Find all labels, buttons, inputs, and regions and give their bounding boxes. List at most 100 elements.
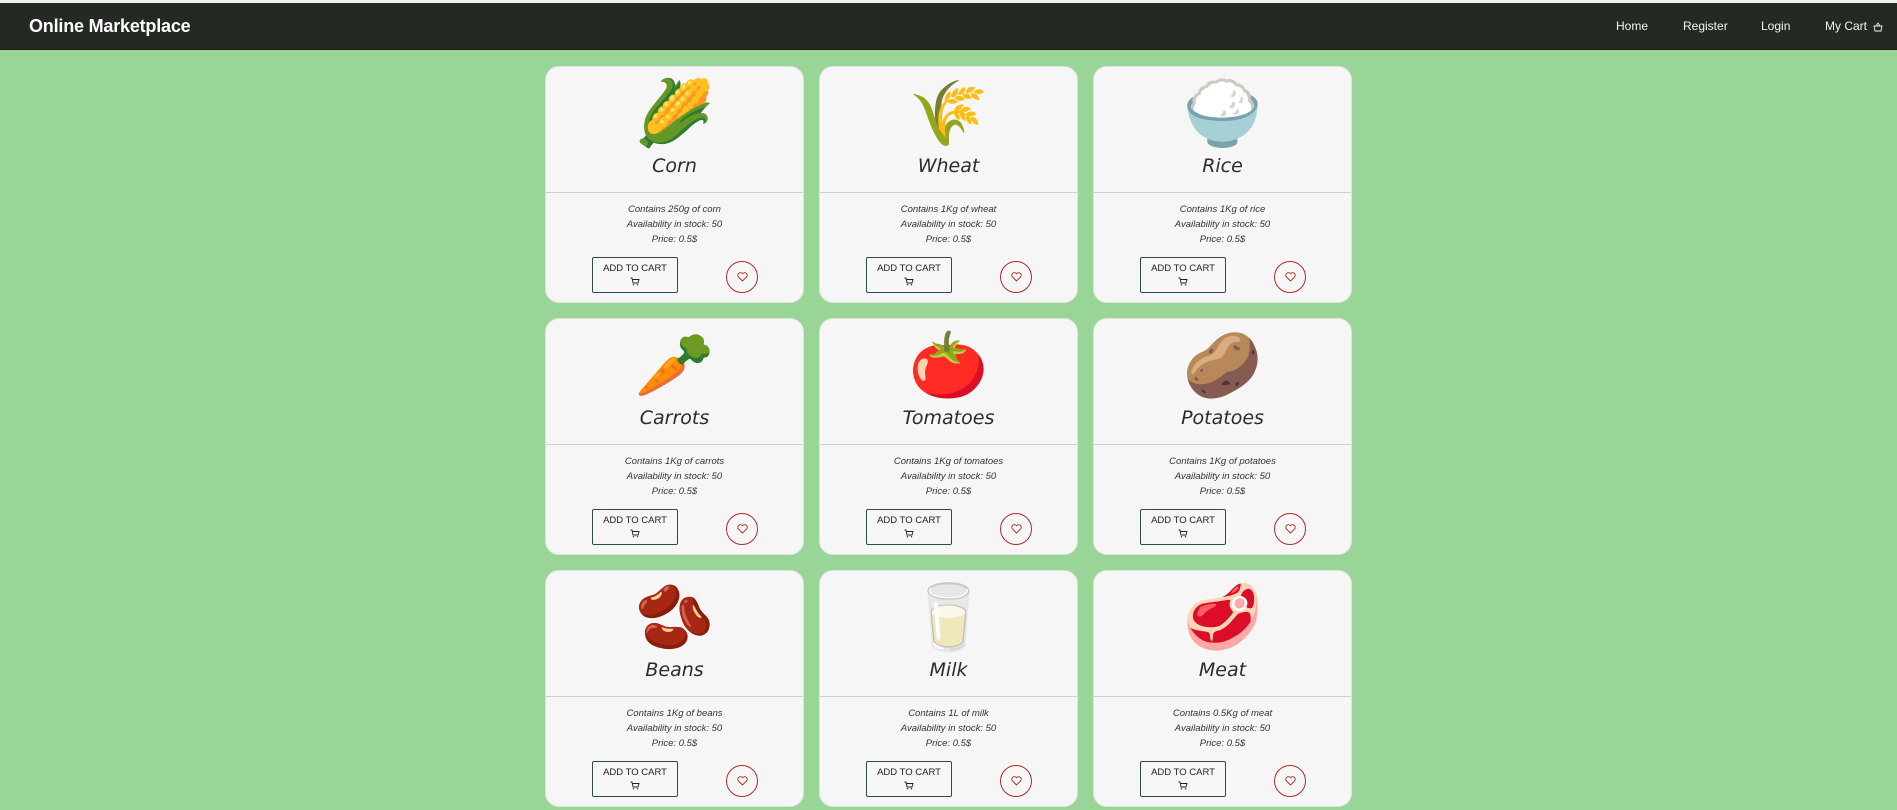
product-contains: Contains 1Kg of rice <box>1179 204 1266 215</box>
product-stock: Availability in stock: 50 <box>626 471 723 482</box>
heart-icon <box>736 776 748 786</box>
brand-title[interactable]: Online Marketplace <box>29 16 191 37</box>
cart-icon <box>904 529 914 538</box>
product-contains: Contains 0.5Kg of meat <box>1172 708 1273 719</box>
add-to-cart-label: ADD TO CART <box>1151 515 1215 526</box>
product-image: 🫘 <box>634 581 715 653</box>
product-image: 🥛 <box>908 581 989 653</box>
nav-login-link[interactable]: Login <box>1761 19 1790 33</box>
favorite-button[interactable] <box>726 261 758 293</box>
product-info: Contains 1Kg of tomatoes Availability in … <box>820 454 1077 499</box>
add-to-cart-button[interactable]: ADD TO CART <box>866 257 952 293</box>
product-card: 🥛 Milk Contains 1L of milk Availability in … <box>819 570 1078 807</box>
product-title: Corn <box>652 155 697 177</box>
cart-icon <box>904 277 914 286</box>
basket-icon <box>1873 22 1883 32</box>
product-image: 🥩 <box>1182 581 1263 653</box>
heart-icon <box>1284 776 1296 786</box>
cart-icon <box>1178 529 1188 538</box>
add-to-cart-label: ADD TO CART <box>877 263 941 274</box>
product-title: Meat <box>1198 659 1247 681</box>
product-price: Price: 0.5$ <box>925 486 972 497</box>
add-to-cart-button[interactable]: ADD TO CART <box>866 509 952 545</box>
add-to-cart-button[interactable]: ADD TO CART <box>592 761 678 797</box>
product-price: Price: 0.5$ <box>925 234 972 245</box>
heart-icon <box>1010 524 1022 534</box>
product-stock: Availability in stock: 50 <box>626 219 723 230</box>
product-card: 🥕 Carrots Contains 1Kg of carrots Availabil… <box>545 318 804 555</box>
product-info: Contains 1Kg of carrots Availability in s… <box>546 454 803 499</box>
product-contains: Contains 1Kg of beans <box>626 708 723 719</box>
product-info: Contains 1Kg of rice Availability in stoc… <box>1094 202 1351 247</box>
favorite-button[interactable] <box>726 765 758 797</box>
product-contains: Contains 1Kg of carrots <box>624 456 725 467</box>
product-card: 🥩 Meat Contains 0.5Kg of meat Availability … <box>1093 570 1352 807</box>
cart-icon <box>630 277 640 286</box>
favorite-button[interactable] <box>1274 765 1306 797</box>
product-stock: Availability in stock: 50 <box>900 723 997 734</box>
product-header: 🫘 Beans <box>546 571 803 697</box>
nav-register-link[interactable]: Register <box>1683 19 1728 33</box>
product-info: Contains 1Kg of potatoes Availability in … <box>1094 454 1351 499</box>
add-to-cart-button[interactable]: ADD TO CART <box>592 257 678 293</box>
favorite-button[interactable] <box>726 513 758 545</box>
product-price: Price: 0.5$ <box>651 234 698 245</box>
product-info: Contains 1L of milk Availability in stock… <box>820 706 1077 751</box>
product-header: 🥕 Carrots <box>546 319 803 445</box>
product-price: Price: 0.5$ <box>1199 486 1246 497</box>
heart-icon <box>1284 524 1296 534</box>
product-info: Contains 250g of corn Availability in sto… <box>546 202 803 247</box>
cart-icon <box>1178 781 1188 790</box>
add-to-cart-button[interactable]: ADD TO CART <box>1140 257 1226 293</box>
product-image: 🥔 <box>1182 329 1263 401</box>
favorite-button[interactable] <box>1000 261 1032 293</box>
product-title: Beans <box>645 659 704 681</box>
add-to-cart-button[interactable]: ADD TO CART <box>592 509 678 545</box>
product-title: Potatoes <box>1181 407 1264 429</box>
add-to-cart-label: ADD TO CART <box>877 515 941 526</box>
heart-icon <box>736 272 748 282</box>
product-stock: Availability in stock: 50 <box>1174 471 1271 482</box>
product-title: Wheat <box>917 155 980 177</box>
heart-icon <box>1010 776 1022 786</box>
product-title: Rice <box>1202 155 1243 177</box>
product-grid: 🌽 Corn Contains 250g of corn Availability i… <box>545 66 1352 807</box>
product-title: Carrots <box>639 407 710 429</box>
product-card: 🫘 Beans Contains 1Kg of beans Availability … <box>545 570 804 807</box>
product-header: 🥔 Potatoes <box>1094 319 1351 445</box>
product-price: Price: 0.5$ <box>1199 738 1246 749</box>
favorite-button[interactable] <box>1000 765 1032 797</box>
nav-home-link[interactable]: Home <box>1616 19 1648 33</box>
favorite-button[interactable] <box>1274 513 1306 545</box>
add-to-cart-label: ADD TO CART <box>877 767 941 778</box>
product-contains: Contains 1Kg of wheat <box>900 204 997 215</box>
add-to-cart-button[interactable]: ADD TO CART <box>1140 509 1226 545</box>
product-card: 🍅 Tomatoes Contains 1Kg of tomatoes Availab… <box>819 318 1078 555</box>
product-stock: Availability in stock: 50 <box>900 471 997 482</box>
favorite-button[interactable] <box>1274 261 1306 293</box>
product-stock: Availability in stock: 50 <box>1174 723 1271 734</box>
product-header: 🥛 Milk <box>820 571 1077 697</box>
product-card: 🌽 Corn Contains 250g of corn Availability i… <box>545 66 804 303</box>
product-image: 🌾 <box>908 77 989 149</box>
product-image: 🥕 <box>634 329 715 401</box>
cart-icon <box>630 781 640 790</box>
product-info: Contains 0.5Kg of meat Availability in st… <box>1094 706 1351 751</box>
heart-icon <box>1010 272 1022 282</box>
product-image: 🍅 <box>908 329 989 401</box>
product-header: 🍅 Tomatoes <box>820 319 1077 445</box>
add-to-cart-button[interactable]: ADD TO CART <box>866 761 952 797</box>
product-price: Price: 0.5$ <box>651 486 698 497</box>
product-contains: Contains 1Kg of tomatoes <box>893 456 1004 467</box>
product-stock: Availability in stock: 50 <box>900 219 997 230</box>
product-contains: Contains 1Kg of potatoes <box>1169 456 1276 467</box>
product-contains: Contains 1L of milk <box>908 708 989 719</box>
add-to-cart-button[interactable]: ADD TO CART <box>1140 761 1226 797</box>
nav-cart-link[interactable]: My Cart <box>1825 19 1883 33</box>
product-stock: Availability in stock: 50 <box>1174 219 1271 230</box>
add-to-cart-label: ADD TO CART <box>603 263 667 274</box>
add-to-cart-label: ADD TO CART <box>603 515 667 526</box>
favorite-button[interactable] <box>1000 513 1032 545</box>
product-card: 🍚 Rice Contains 1Kg of rice Availability in… <box>1093 66 1352 303</box>
product-title: Tomatoes <box>902 407 995 429</box>
